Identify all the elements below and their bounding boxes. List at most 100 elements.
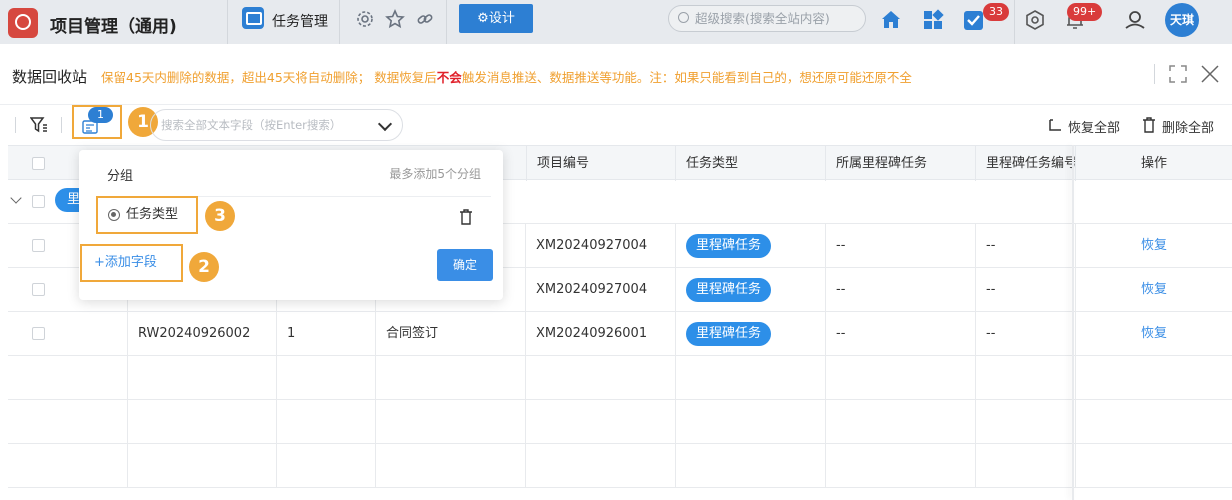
table-row: RW20240926002 1 合同签订 XM20240926001 里程碑任务… xyxy=(8,312,1232,356)
divider xyxy=(339,0,340,44)
project-no-cell: XM20240927004 xyxy=(526,224,676,268)
task-type-tag: 里程碑任务 xyxy=(686,277,772,302)
empty-cell xyxy=(526,444,676,488)
field-search-input[interactable]: 搜索全部文本字段（按Enter搜索） xyxy=(150,109,403,141)
column-header: 所属里程碑任务 xyxy=(826,146,976,181)
task-no-cell: RW20240926002 xyxy=(127,312,277,356)
restore-link[interactable]: 恢复 xyxy=(1076,312,1232,356)
empty-row xyxy=(8,400,1232,444)
cube-icon[interactable] xyxy=(1023,8,1047,32)
group-field-item[interactable]: 任务类型 xyxy=(96,196,198,234)
link-icon[interactable] xyxy=(415,9,435,29)
empty-cell xyxy=(976,356,1076,400)
field-search-placeholder: 搜索全部文本字段（按Enter搜索） xyxy=(161,118,342,132)
empty-cell xyxy=(376,356,526,400)
target-icon xyxy=(108,209,120,221)
fixed-column-shadow xyxy=(1072,145,1074,500)
chevron-down-icon[interactable] xyxy=(10,192,22,204)
monitor-icon xyxy=(242,7,264,29)
task-type-tag: 里程碑任务 xyxy=(686,321,772,346)
row-checkbox[interactable] xyxy=(32,283,45,296)
notice-strong: 不会 xyxy=(436,70,462,85)
group-popover: 分组 最多添加5个分组 任务类型 3 +添加字段 2 确定 xyxy=(79,150,503,300)
empty-cell xyxy=(526,400,676,444)
empty-cell xyxy=(127,400,277,444)
group-field-label: 任务类型 xyxy=(126,207,179,222)
user-icon[interactable] xyxy=(1123,8,1147,32)
milestone-cell: -- xyxy=(826,268,976,312)
fullscreen-icon[interactable] xyxy=(1169,65,1187,83)
row-checkbox[interactable] xyxy=(32,195,45,208)
restore-link[interactable]: 恢复 xyxy=(1076,268,1232,312)
project-no-cell: XM20240927004 xyxy=(526,268,676,312)
global-search-input[interactable]: 超级搜索(搜索全站内容) xyxy=(668,5,866,32)
empty-cell xyxy=(676,444,826,488)
seq-cell: 1 xyxy=(277,312,376,356)
trash-icon[interactable] xyxy=(1142,117,1156,133)
notice-count-badge: 99+ xyxy=(1067,3,1103,21)
filter-icon[interactable] xyxy=(30,116,48,134)
notice-suffix: 触发消息推送、数据推送等功能。注：如果只能看到自己的，想还原可能还原不全 xyxy=(461,70,912,85)
empty-cell xyxy=(676,400,826,444)
top-app-bar: 项目管理（通用) 任务管理 ⚙设计 超级搜索(搜索全站内容) 33 99+ 天琪 xyxy=(0,0,1232,44)
toolbar: 1 1 搜索全部文本字段（按Enter搜索） 恢复全部 删除全部 xyxy=(0,105,1232,145)
empty-row xyxy=(8,444,1232,488)
empty-cell xyxy=(826,400,976,444)
column-header: 操作 xyxy=(1140,156,1167,171)
app-title: 项目管理（通用) xyxy=(50,17,177,37)
task-type-tag: 里程碑任务 xyxy=(686,233,772,258)
apps-icon[interactable] xyxy=(921,8,945,32)
row-checkbox[interactable] xyxy=(32,239,45,252)
popover-title: 分组 xyxy=(107,169,134,184)
milestone-cell: -- xyxy=(826,224,976,268)
project-no-cell: XM20240926001 xyxy=(526,312,676,356)
chevron-down-icon[interactable] xyxy=(377,116,393,132)
empty-cell xyxy=(376,400,526,444)
milestone-cell: -- xyxy=(826,312,976,356)
retention-notice: 保留45天内删除的数据，超出45天将自动删除； 数据恢复后不会触发消息推送、数据… xyxy=(101,67,912,86)
column-header: 任务类型 xyxy=(676,146,826,181)
empty-cell xyxy=(277,444,376,488)
design-button[interactable]: ⚙设计 xyxy=(459,4,533,33)
current-tab-label[interactable]: 任务管理 xyxy=(272,11,328,31)
divider xyxy=(227,0,228,44)
empty-cell xyxy=(127,356,277,400)
add-field-button[interactable]: +添加字段 xyxy=(80,244,183,282)
settings-icon[interactable] xyxy=(355,9,375,29)
task-type-cell: 里程碑任务 xyxy=(676,224,826,268)
name-cell: 合同签订 xyxy=(376,312,526,356)
global-search-placeholder: 超级搜索(搜索全站内容) xyxy=(695,11,830,26)
title-bar: 数据回收站 保留45天内删除的数据，超出45天将自动删除； 数据恢复后不会触发消… xyxy=(0,44,1232,105)
home-icon[interactable] xyxy=(879,8,903,32)
milestone-no-cell: -- xyxy=(976,312,1076,356)
column-header: 里程碑任务编号 xyxy=(976,146,1076,181)
restore-all-button[interactable]: 恢复全部 xyxy=(1068,117,1120,136)
milestone-no-cell: -- xyxy=(976,224,1076,268)
empty-row xyxy=(8,356,1232,400)
delete-group-icon[interactable] xyxy=(459,209,473,225)
empty-cell xyxy=(676,356,826,400)
empty-cell xyxy=(376,444,526,488)
star-icon[interactable] xyxy=(385,9,405,29)
app-logo-icon[interactable] xyxy=(8,8,38,38)
divider xyxy=(61,117,62,133)
confirm-button[interactable]: 确定 xyxy=(437,249,493,281)
divider xyxy=(15,117,16,133)
empty-cell xyxy=(826,444,976,488)
divider xyxy=(1154,64,1155,84)
divider xyxy=(446,0,447,44)
avatar[interactable]: 天琪 xyxy=(1165,3,1199,37)
callout-marker-2: 2 xyxy=(189,252,219,282)
empty-cell xyxy=(976,400,1076,444)
callout-marker-3: 3 xyxy=(205,201,235,231)
delete-all-button[interactable]: 删除全部 xyxy=(1162,117,1214,136)
restore-link[interactable]: 恢复 xyxy=(1076,224,1232,268)
task-type-cell: 里程碑任务 xyxy=(676,268,826,312)
close-icon[interactable] xyxy=(1200,64,1220,84)
restore-icon[interactable] xyxy=(1047,117,1063,133)
row-checkbox[interactable] xyxy=(32,327,45,340)
select-all-checkbox[interactable] xyxy=(32,157,45,170)
empty-cell xyxy=(277,400,376,444)
page-title: 数据回收站 xyxy=(12,68,88,86)
empty-cell xyxy=(127,444,277,488)
